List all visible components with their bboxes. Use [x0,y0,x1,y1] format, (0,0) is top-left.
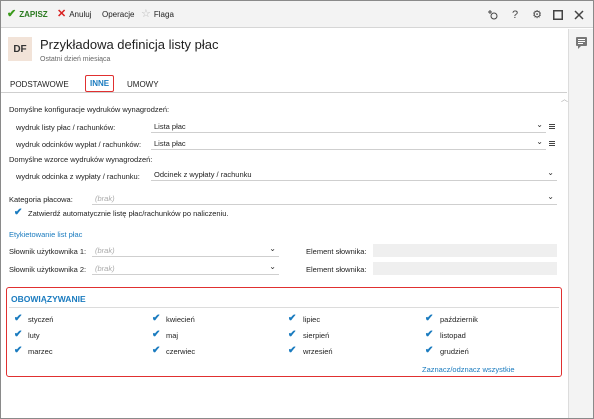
chevron-down-icon: ⌄ [536,120,543,129]
month-label: czerwiec [166,347,196,356]
help-icon: ? [511,8,519,21]
dict2-select[interactable]: (brak) ⌄ [92,262,279,275]
dict1-placeholder: (brak) [95,245,115,255]
chevron-down-icon: ⌄ [547,168,554,177]
save-label: ZAPISZ [19,10,48,19]
dict2-label: Słownik użytkownika 2: [9,265,87,274]
month-label: styczeń [28,315,54,324]
validity-section: OBOWIĄZYWANIE ✔ styczeń ✔ luty ✔ marzec … [6,287,562,377]
page-title: Przykładowa definicja listy płac [40,37,219,52]
chevron-down-icon: ⌄ [547,192,554,201]
month-label: grudzień [440,347,469,356]
category-select[interactable]: (brak) ⌄ [92,192,557,205]
month-label: luty [28,331,40,340]
month-checkbox-czerwiec[interactable]: ✔ [152,346,160,356]
slip-template-value: Odcinek z wypłaty / rachunku [154,169,252,179]
chevron-down-icon: ⌄ [536,137,543,146]
month-label: maj [166,331,179,340]
maximize-icon [553,9,563,20]
month-label: marzec [28,347,53,356]
help-button[interactable]: ? [506,1,524,28]
month-checkbox-wrzesien[interactable]: ✔ [288,346,296,356]
chevron-down-icon: ⌄ [269,262,276,271]
payroll-print-select[interactable]: Lista płac ⌄ [151,120,546,133]
month-checkbox-grudzien[interactable]: ✔ [425,346,433,356]
month-label: sierpień [303,331,330,340]
check-icon: ✔ [7,8,17,20]
menu-icon[interactable] [549,141,555,147]
operations-label: Operacje [102,10,135,19]
add-toolbar-icon [488,9,498,19]
category-label: Kategoria płacowa: [9,195,73,204]
payslip-print-label: wydruk odcinków wypłat / rachunków: [16,140,142,149]
templates-heading: Domyślne wzorce wydruków wynagrodzeń: [9,155,153,164]
page-subtitle: Ostatni dzień miesiąca [40,56,111,63]
month-label: październik [440,315,478,324]
month-checkbox-sierpien[interactable]: ✔ [288,330,296,340]
save-button[interactable]: ✔ ZAPISZ [7,1,48,28]
month-checkbox-maj[interactable]: ✔ [152,330,160,340]
close-icon [574,9,584,20]
month-label: listopad [440,331,466,340]
dict1-select[interactable]: (brak) ⌄ [92,244,279,257]
category-placeholder: (brak) [95,193,115,203]
app-window: ✔ ZAPISZ ✕ Anuluj Operacje ☆ Flaga ? ⚙ D… [0,0,594,419]
toolbar: ✔ ZAPISZ ✕ Anuluj Operacje ☆ Flaga ? ⚙ [1,1,593,28]
dict1-label: Słownik użytkownika 1: [9,247,87,256]
tab-umowy[interactable]: UMOWY [127,77,159,91]
divider [9,307,559,308]
scroll-up-icon[interactable]: ︿ [561,94,568,104]
slip-template-select[interactable]: Odcinek z wypłaty / rachunku ⌄ [151,168,557,181]
x-icon: ✕ [57,8,67,20]
month-checkbox-styczen[interactable]: ✔ [14,314,22,324]
side-panel [568,29,593,418]
dict-element1-label: Element słownika: [306,247,367,256]
payslip-print-value: Lista płac [154,138,186,148]
month-checkbox-pazdziernik[interactable]: ✔ [425,314,433,324]
month-checkbox-lipiec[interactable]: ✔ [288,314,296,324]
toggle-all-link[interactable]: Zaznacz/odznacz wszystkie [422,365,515,374]
tab-bar: PODSTAWOWE INNE UMOWY [1,73,567,93]
close-button[interactable] [570,1,588,28]
cancel-label: Anuluj [69,10,92,19]
month-checkbox-marzec[interactable]: ✔ [14,346,22,356]
flag-label: Flaga [153,10,174,19]
dict2-placeholder: (brak) [95,263,115,273]
menu-icon[interactable] [549,124,555,130]
tab-inne[interactable]: INNE [85,75,115,92]
operations-button[interactable]: Operacje [102,1,134,28]
cancel-button[interactable]: ✕ Anuluj [57,1,91,28]
month-checkbox-listopad[interactable]: ✔ [425,330,433,340]
month-label: wrzesień [303,347,333,356]
chevron-down-icon: ⌄ [269,244,276,253]
validity-title: OBOWIĄZYWANIE [11,294,86,304]
slip-template-label: wydruk odcinka z wypłaty / rachunku: [16,172,140,181]
add-toolbar-button[interactable] [484,1,502,28]
month-checkbox-luty[interactable]: ✔ [14,330,22,340]
auto-approve-label: Zatwierdź automatycznie listę płac/rachu… [28,209,229,218]
flag-button[interactable]: ☆ Flaga [141,1,174,28]
document-badge: DF [8,37,32,61]
comment-icon[interactable] [576,37,587,49]
maximize-button[interactable] [549,1,567,28]
dict-element2-label: Element słownika: [306,265,367,274]
payroll-print-label: wydruk listy płac / rachunków: [16,123,116,132]
dict-element2-field [373,262,557,275]
auto-approve-checkbox[interactable]: ✔ [14,208,24,218]
month-checkbox-kwiecien[interactable]: ✔ [152,314,160,324]
dict-element1-field [373,244,557,257]
tab-podstawowe[interactable]: PODSTAWOWE [10,77,69,91]
payroll-print-value: Lista płac [154,121,186,131]
star-icon: ☆ [141,8,151,20]
month-label: kwiecień [166,315,195,324]
payslip-print-select[interactable]: Lista płac ⌄ [151,137,546,150]
month-label: lipiec [303,315,321,324]
print-config-heading: Domyślne konfiguracje wydruków wynagrodz… [9,105,170,114]
gear-icon: ⚙ [532,9,542,21]
settings-button[interactable]: ⚙ [528,1,546,28]
tagging-link[interactable]: Etykietowanie list płac [9,230,82,239]
